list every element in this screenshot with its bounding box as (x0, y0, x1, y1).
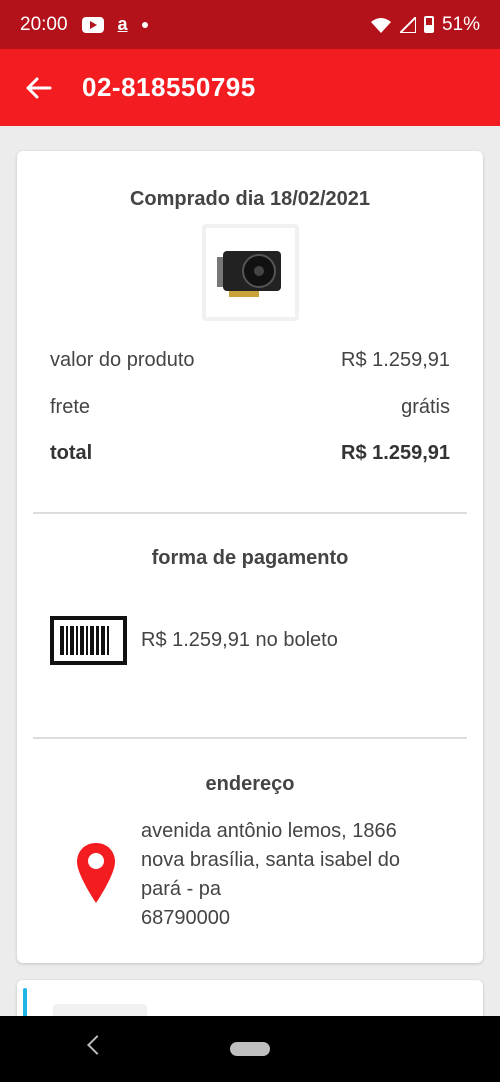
purchase-date: Comprado dia 18/02/2021 (129, 188, 371, 210)
address-line: avenida antônio lemos, 1866 (141, 820, 397, 842)
home-pill-icon[interactable] (230, 1042, 270, 1056)
signal-icon (399, 16, 416, 33)
system-nav-bar (0, 1016, 500, 1082)
arrow-left-icon[interactable] (24, 73, 54, 103)
notification-dot-icon (141, 21, 148, 28)
graphics-card-icon (216, 250, 281, 297)
amazon-icon: a (117, 14, 128, 34)
location-pin-icon (77, 843, 115, 903)
status-time: 20:00 (20, 13, 68, 35)
product-value-label: valor do produto (50, 349, 195, 371)
address-title: endereço (205, 773, 295, 795)
payment-text: R$ 1.259,91 no boleto (141, 629, 338, 651)
payment-title: forma de pagamento (151, 547, 349, 569)
product-image[interactable] (202, 224, 299, 321)
product-value: R$ 1.259,91 (341, 349, 450, 371)
shipping-label: frete (50, 396, 91, 418)
product-value-row: valor do produto R$ 1.259,91 (50, 349, 450, 372)
battery-icon (423, 16, 434, 33)
youtube-icon (81, 16, 104, 33)
back-icon[interactable] (87, 1035, 107, 1055)
status-bar: 20:00 a 51% (0, 0, 500, 49)
wifi-icon (370, 17, 391, 33)
barcode-icon (50, 616, 127, 665)
order-details-card: Comprado dia 18/02/2021 valor do produto… (17, 151, 483, 963)
total-label: total (50, 442, 93, 464)
battery-level: 51% (441, 13, 480, 35)
address-line: pará - pa (141, 878, 222, 900)
address-zip: 68790000 (141, 907, 230, 929)
shipping-value: grátis (401, 396, 450, 418)
address-line: nova brasília, santa isabel do (141, 849, 401, 871)
divider (33, 512, 467, 514)
total-row: total R$ 1.259,91 (50, 442, 450, 465)
shipping-row: frete grátis (50, 396, 450, 419)
address-text: avenida antônio lemos, 1866 nova brasíli… (141, 817, 441, 933)
app-bar: 02-818550795 (0, 49, 500, 126)
total-value: R$ 1.259,91 (341, 442, 450, 464)
order-number-title: 02-818550795 (82, 72, 256, 102)
divider (33, 737, 467, 739)
